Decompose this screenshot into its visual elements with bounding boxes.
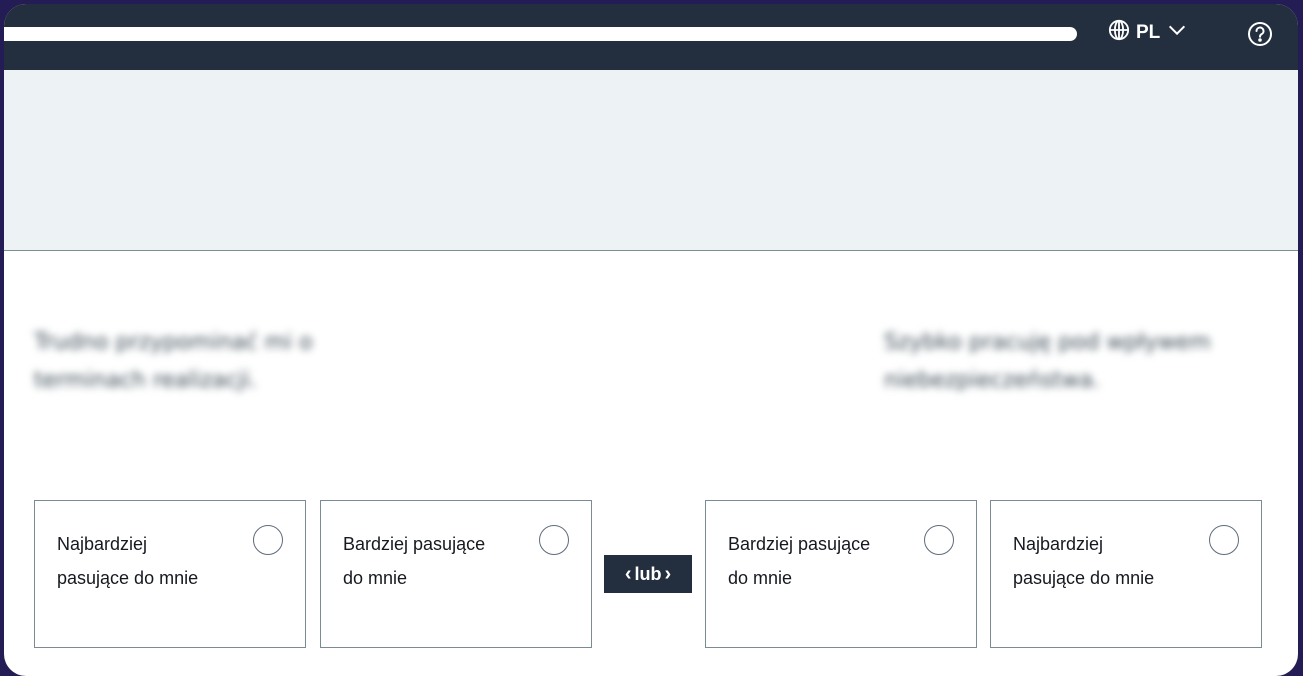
language-selector[interactable]: PL [1108,19,1188,47]
app-window: PL Trudno przypominać mi o terminach rea… [4,4,1298,676]
question-banner [4,70,1298,251]
or-label: lub [634,563,662,584]
radio-button[interactable] [539,525,569,555]
language-label: PL [1136,22,1161,43]
help-circle-icon [1247,22,1273,51]
option-label: Najbardziej pasujące do mnie [1013,534,1155,588]
help-button[interactable] [1247,21,1273,47]
globe-icon [1108,19,1130,47]
radio-button[interactable] [1209,525,1239,555]
chevron-left-icon: ‹ [624,562,632,585]
top-bar: PL [4,4,1298,70]
option-label: Bardziej pasujące do mnie [343,534,486,588]
option-label: Najbardziej pasujące do mnie [57,534,199,588]
option-most-left[interactable]: Najbardziej pasujące do mnie [34,500,306,648]
progress-bar [4,27,1077,41]
option-more-left[interactable]: Bardziej pasujące do mnie [320,500,592,648]
chevron-right-icon: › [664,562,672,585]
statement-left: Trudno przypominać mi o terminach realiz… [34,330,313,393]
option-more-right[interactable]: Bardziej pasujące do mnie [705,500,977,648]
radio-button[interactable] [924,525,954,555]
chevron-down-icon [1166,19,1188,47]
radio-button[interactable] [253,525,283,555]
statement-right: Szybko pracuję pod wpływem niebezpieczeń… [884,330,1211,393]
option-label: Bardziej pasujące do mnie [728,534,871,588]
option-most-right[interactable]: Najbardziej pasujące do mnie [990,500,1262,648]
progress-fill [4,27,1077,41]
or-divider: ‹ lub › [604,555,692,593]
